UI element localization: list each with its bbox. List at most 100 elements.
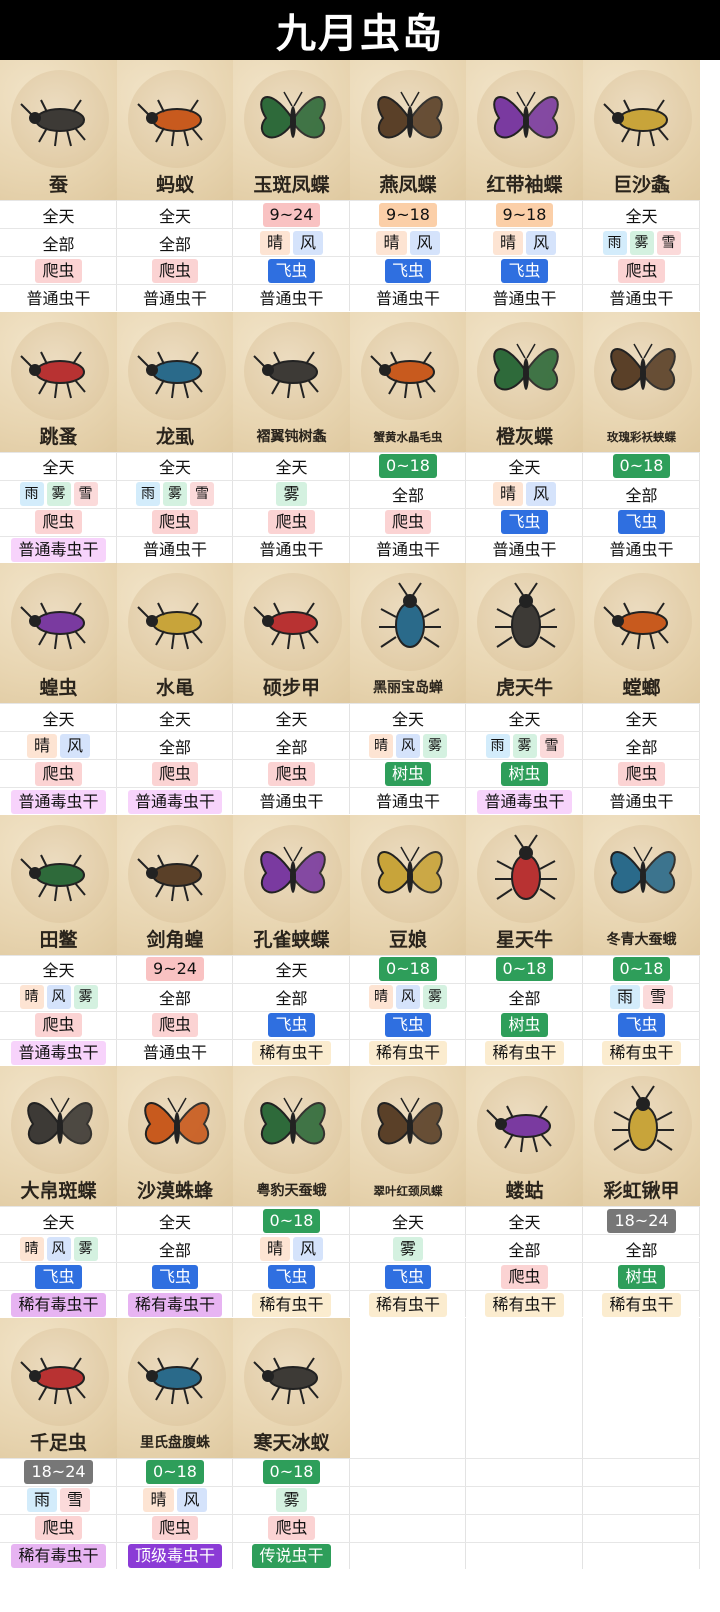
bug-card[interactable]: 里氏盘腹蛛 0~18 晴风爬虫 顶级毒虫干 [117, 1317, 233, 1569]
bug-card[interactable]: 红带袖蝶 9~18 晴风飞虫 普通虫干 [466, 60, 583, 311]
time-badge: 0~18 [262, 1208, 321, 1233]
bug-card[interactable]: 沙漠蛛蜂 全天 全部 飞虫 稀有毒虫干 [117, 1066, 233, 1317]
crawling-bug-icon [253, 602, 319, 650]
bug-card[interactable]: 星天牛 0~18 全部 树虫 稀有虫干 [466, 814, 583, 1067]
type-row: 爬虫 [233, 1513, 350, 1542]
weather-text: 全部 [158, 234, 191, 254]
type-row: 爬虫 [583, 759, 700, 787]
bug-card[interactable]: 蝼蛄 全天 全部 爬虫 稀有虫干 [466, 1066, 583, 1317]
bug-card[interactable]: 龙虱 全天雨雾雪爬虫 普通虫干 [117, 311, 233, 563]
bug-portrait: 橙灰蝶 [466, 311, 583, 452]
type-badge: 飞虫 [35, 1264, 82, 1289]
weather-badge: 雨 [609, 985, 640, 1009]
weather-badge: 晴 [26, 733, 57, 758]
type-badge: 爬虫 [501, 1264, 548, 1289]
bug-card[interactable]: 蚕全天 全部 爬虫 普通虫干 [0, 60, 117, 311]
weather-badge: 晴 [19, 985, 44, 1009]
bug-card[interactable]: 千足虫 18~24 雨雪爬虫 稀有毒虫干 [0, 1317, 117, 1570]
type-row: 飞虫 [466, 256, 583, 284]
type-row: 飞虫 [350, 1010, 466, 1039]
bug-card[interactable]: 螳螂 全天 全部 爬虫 普通虫干 [583, 563, 700, 814]
time-row: 9~18 [466, 200, 583, 228]
bug-portrait: 巨沙螽 [583, 60, 700, 200]
bug-card[interactable]: 褶翼钝树螽 全天雾爬虫 普通虫干 [233, 311, 350, 563]
bug-name: 蟹黄水晶毛虫 [373, 429, 443, 444]
type-badge: 飞虫 [384, 1013, 431, 1037]
time-text: 全天 [158, 458, 191, 477]
bug-card[interactable]: 黑丽宝岛蝉 全天晴风雾树虫 普通虫干 [350, 563, 466, 814]
bug-portrait: 蚂蚁 [117, 60, 233, 200]
bug-name: 龙虱 [155, 425, 194, 448]
crawling-bug-icon [603, 99, 669, 147]
butterfly-icon [260, 91, 326, 139]
crawling-bug-icon [253, 350, 319, 398]
empty-row [350, 1513, 466, 1542]
type-row: 飞虫 [466, 507, 583, 536]
bug-card[interactable]: 孔雀蛱蝶 全天 全部 飞虫 稀有虫干 [233, 814, 350, 1066]
bug-card[interactable]: 翠叶红颈凤蝶 全天雾飞虫 稀有虫干 [350, 1066, 466, 1317]
weather-row: 全部 [117, 1234, 233, 1262]
empty-row [466, 1457, 583, 1486]
bug-card[interactable]: 橙灰蝶 全天晴风飞虫 普通虫干 [466, 311, 583, 563]
weather-badge: 晴 [492, 482, 523, 506]
weather-badge: 雪 [73, 482, 98, 506]
time-badge: 0~18 [262, 1460, 321, 1484]
bug-card[interactable]: 彩虹锹甲 18~24 全部 树虫 稀有虫干 [583, 1066, 700, 1317]
time-row: 全天 [350, 1206, 466, 1234]
weather-badge: 雾 [512, 733, 537, 758]
bug-card[interactable]: 燕凤蝶 9~18 晴风飞虫 普通虫干 [350, 60, 466, 311]
weather-text: 全部 [508, 989, 541, 1008]
bug-card[interactable]: 虎天牛 全天雨雾雪树虫 普通毒虫干 [466, 563, 583, 814]
weather-badge: 雾 [423, 733, 447, 758]
bug-card[interactable]: 蚂蚁 全天 全部 爬虫 普通虫干 [117, 60, 233, 311]
weather-row: 雨雾雪 [117, 479, 233, 508]
crawling-bug-icon [137, 853, 203, 901]
empty-row [583, 1485, 700, 1514]
crawling-bug-icon [370, 350, 436, 398]
bait-badge: 稀有虫干 [602, 1292, 681, 1317]
bug-name: 水黾 [155, 677, 194, 699]
bug-card[interactable]: 硕步甲 全天 全部 爬虫 普通虫干 [233, 563, 350, 814]
type-row: 飞虫 [583, 1010, 700, 1039]
bug-card[interactable]: 蟹黄水晶毛虫 0~18 全部 爬虫 普通虫干 [350, 311, 466, 563]
bait-row: 稀有毒虫干 [117, 1290, 233, 1318]
bug-card[interactable]: 玉斑凤蝶 9~24 晴风飞虫 普通虫干 [233, 60, 350, 311]
bug-card[interactable]: 寒天冰蚁 0~18 雾爬虫 传说虫干 [233, 1317, 350, 1570]
bug-card[interactable]: 豆娘 0~18 晴风雾飞虫 稀有虫干 [350, 814, 466, 1066]
weather-row: 晴风 [0, 731, 117, 759]
bug-card[interactable]: 玫瑰彩袄蛱蝶 0~18 全部 飞虫 普通虫干 [583, 311, 700, 563]
empty-row [350, 1541, 466, 1570]
weather-row: 晴风 [233, 1234, 350, 1262]
crawling-bug-icon [20, 99, 86, 147]
weather-badge: 风 [526, 482, 557, 506]
type-badge: 爬虫 [151, 1013, 198, 1037]
bug-name: 橙灰蝶 [495, 425, 553, 448]
bait-badge: 普通毒虫干 [11, 538, 106, 562]
bug-name: 星天牛 [495, 928, 553, 951]
weather-text: 全部 [275, 737, 308, 757]
bug-name: 彩虹锹甲 [603, 1180, 680, 1202]
bait-row: 稀有虫干 [466, 1038, 583, 1067]
time-row: 全天 [233, 703, 350, 731]
bug-card[interactable]: 巨沙螽 全天雨雾雪爬虫 普通虫干 [583, 60, 700, 311]
type-row: 飞虫 [0, 1262, 117, 1290]
bug-card[interactable]: 水黾 全天 全部 爬虫 普通毒虫干 [117, 563, 233, 814]
bug-portrait: 玉斑凤蝶 [233, 60, 350, 200]
type-badge: 爬虫 [35, 258, 82, 283]
bait-row: 稀有毒虫干 [0, 1541, 117, 1570]
bug-card[interactable]: 大帛斑蝶 全天晴风雾飞虫 稀有毒虫干 [0, 1066, 117, 1317]
bug-card[interactable]: 冬青大蚕蛾 0~18 雨雪飞虫 稀有虫干 [583, 814, 700, 1066]
bug-card[interactable]: 蝗虫 全天晴风爬虫 普通毒虫干 [0, 563, 117, 814]
bug-card[interactable]: 跳蚤 全天雨雾雪爬虫 普通毒虫干 [0, 311, 117, 563]
bug-name: 冬青大蚕蛾 [606, 931, 677, 948]
type-row: 爬虫 [117, 759, 233, 787]
bait-row: 普通虫干 [583, 787, 700, 815]
weather-badge: 雾 [163, 482, 187, 506]
bug-name: 蝗虫 [39, 677, 78, 699]
bug-card[interactable]: 剑角蝗 9~24 全部 爬虫 普通虫干 [117, 814, 233, 1066]
time-text: 全天 [391, 1212, 424, 1232]
bug-card[interactable]: 田鳖 全天晴风雾爬虫 普通毒虫干 [0, 814, 117, 1066]
weather-text: 全部 [391, 486, 424, 505]
bug-card[interactable]: 粤豹天蚕蛾 0~18 晴风飞虫 稀有虫干 [233, 1066, 350, 1317]
bait-row: 传说虫干 [233, 1541, 350, 1570]
